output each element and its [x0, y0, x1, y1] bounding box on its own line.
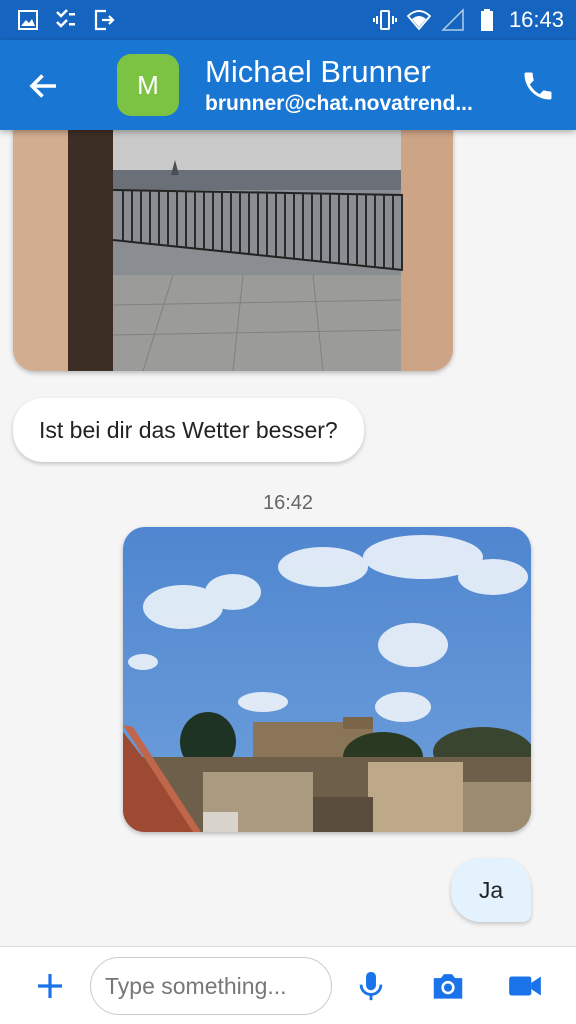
- status-bar: 16:43: [0, 0, 576, 40]
- avatar[interactable]: M: [117, 54, 179, 116]
- terrace-photo: [13, 130, 453, 371]
- sent-photo[interactable]: [123, 527, 531, 832]
- vibrate-icon: [372, 10, 397, 30]
- wifi-icon: [406, 10, 431, 31]
- clock: 16:43: [508, 7, 564, 32]
- exit-icon: [94, 9, 115, 31]
- avatar-letter: M: [137, 69, 159, 100]
- phone-icon[interactable]: [520, 68, 556, 104]
- contact-name[interactable]: Michael Brunner: [205, 54, 431, 90]
- message-timestamp: 16:42: [262, 492, 314, 514]
- battery-icon: [480, 9, 493, 31]
- incoming-message[interactable]: Ist bei dir das Wetter besser?: [13, 398, 364, 462]
- signal-icon: [441, 8, 464, 31]
- microphone-icon[interactable]: [354, 967, 388, 1005]
- message-input[interactable]: [90, 957, 332, 1015]
- app-bar: M Michael Brunner brunner@chat.novatrend…: [0, 40, 576, 130]
- chat-area[interactable]: Ist bei dir das Wetter besser? 16:42 Ja: [0, 130, 576, 946]
- back-arrow-icon[interactable]: [26, 68, 62, 104]
- outgoing-message[interactable]: Ja: [451, 858, 531, 922]
- contact-address[interactable]: brunner@chat.novatrend...: [205, 92, 475, 116]
- message-composer: [0, 946, 576, 1024]
- video-camera-icon[interactable]: [506, 967, 544, 1005]
- checklist-icon: [56, 9, 75, 28]
- received-photo[interactable]: [13, 130, 453, 371]
- camera-icon[interactable]: [429, 967, 467, 1005]
- sky-castle-photo: [123, 527, 531, 832]
- add-attachment-icon[interactable]: [34, 970, 66, 1002]
- image-icon: [18, 10, 38, 30]
